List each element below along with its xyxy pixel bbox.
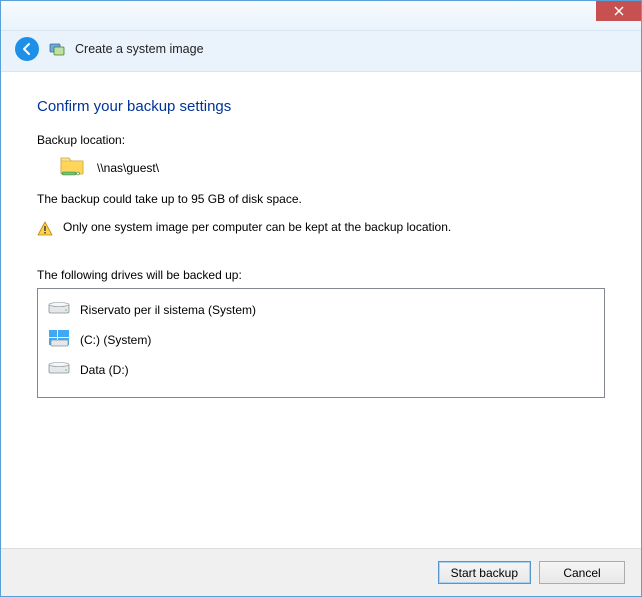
- backup-location-row: \\nas\guest\: [59, 153, 605, 182]
- drive-name: (C:) (System): [80, 333, 151, 347]
- drives-label: The following drives will be backed up:: [37, 268, 605, 282]
- cancel-button[interactable]: Cancel: [539, 561, 625, 584]
- wizard-content: Confirm your backup settings Backup loca…: [1, 72, 641, 548]
- arrow-left-icon: [20, 42, 34, 56]
- warning-row: Only one system image per computer can b…: [37, 220, 605, 240]
- drive-name: Data (D:): [80, 363, 129, 377]
- backup-location-path: \\nas\guest\: [97, 161, 159, 175]
- wizard-title: Create a system image: [75, 42, 204, 56]
- title-bar: [1, 1, 641, 31]
- wizard-window: Create a system image Confirm your backu…: [0, 0, 642, 597]
- back-button[interactable]: [15, 37, 39, 61]
- os-drive-icon: [48, 329, 70, 350]
- drive-item: (C:) (System): [38, 324, 604, 355]
- close-icon: [614, 6, 624, 16]
- size-estimate: The backup could take up to 95 GB of dis…: [37, 192, 605, 206]
- close-button[interactable]: [596, 1, 641, 21]
- backup-location-label: Backup location:: [37, 133, 605, 147]
- warning-text: Only one system image per computer can b…: [63, 220, 451, 234]
- page-heading: Confirm your backup settings: [37, 98, 605, 115]
- network-folder-icon: [59, 153, 87, 182]
- drive-list: Riservato per il sistema (System) (C:) (…: [37, 288, 605, 398]
- nav-header: Create a system image: [1, 31, 641, 72]
- drive-item: Data (D:): [38, 355, 604, 384]
- drive-item: Riservato per il sistema (System): [38, 295, 604, 324]
- start-backup-button[interactable]: Start backup: [438, 561, 531, 584]
- drive-name: Riservato per il sistema (System): [80, 303, 256, 317]
- warning-icon: [37, 220, 53, 240]
- wizard-footer: Start backup Cancel: [1, 548, 641, 596]
- hard-disk-icon: [48, 360, 70, 379]
- hard-disk-icon: [48, 300, 70, 319]
- system-image-icon: [49, 41, 65, 57]
